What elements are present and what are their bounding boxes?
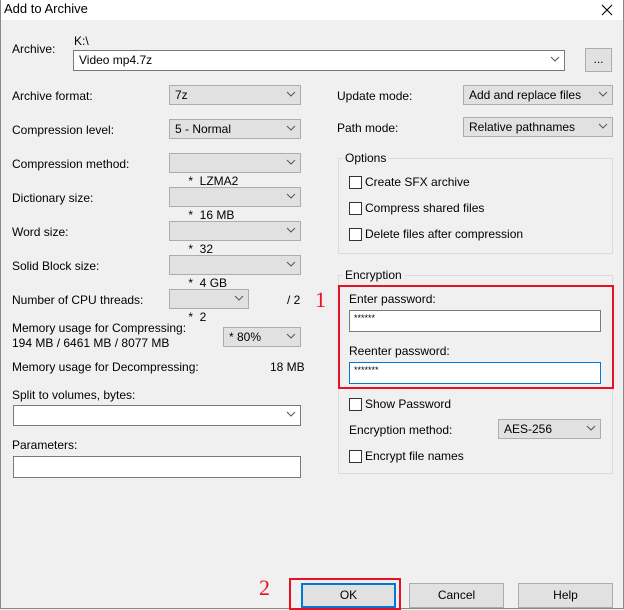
dictionary-size-label: Dictionary size: [12,191,94,205]
update-mode-value: Add and replace files [469,88,582,102]
parameters-input[interactable] [13,456,301,478]
chevron-down-icon [286,125,296,131]
encrypt-names-checkbox[interactable] [349,450,362,463]
solid-block-size-label: Solid Block size: [12,259,100,273]
chevron-down-icon [598,91,608,97]
memory-decompress-label: Memory usage for Decompressing: [12,360,199,374]
show-password-label[interactable]: Show Password [365,397,451,411]
archive-name-value: Video mp4.7z [79,53,153,67]
compress-shared-checkbox[interactable] [349,202,362,215]
chevron-down-icon [286,159,296,165]
word-size-value: * 32 [188,242,214,256]
archive-path: K:\ [74,34,89,48]
memory-compress-label: Memory usage for Compressing: [12,321,187,335]
cpu-threads-label: Number of CPU threads: [12,293,144,307]
chevron-down-icon [286,411,296,417]
path-mode-label: Path mode: [337,121,399,135]
annotation-marker-1: 1 [315,287,326,312]
chevron-down-icon [598,123,608,129]
memory-usage-select[interactable]: * 80% [223,327,301,347]
delete-after-checkbox[interactable] [349,228,362,241]
add-to-archive-dialog: Add to Archive Archive: K:\ Video mp4.7z… [0,0,624,610]
memory-usage-value: * 80% [229,330,262,344]
archive-name-combo[interactable]: Video mp4.7z [73,50,565,71]
split-volumes-label: Split to volumes, bytes: [12,388,136,402]
delete-after-label[interactable]: Delete files after compression [365,227,523,241]
chevron-down-icon [286,261,296,267]
update-mode-label: Update mode: [337,89,413,103]
parameters-label: Parameters: [12,438,78,452]
ok-button[interactable]: OK [301,583,396,608]
encryption-method-select[interactable]: AES-256 [498,419,601,439]
dictionary-size-select[interactable]: * 16 MB [169,187,301,222]
cpu-threads-select[interactable]: * 2 [169,289,249,324]
memory-compress-detail: 194 MB / 6461 MB / 8077 MB [12,336,170,350]
show-password-checkbox[interactable] [349,398,362,411]
chevron-down-icon [586,425,596,431]
compression-method-value: * LZMA2 [188,174,239,188]
browse-button[interactable]: ... [585,48,612,72]
compression-method-label: Compression method: [12,157,130,171]
options-group-title: Options [343,151,389,165]
compression-level-select[interactable]: 5 - Normal [169,119,301,139]
create-sfx-checkbox[interactable] [349,176,362,189]
path-mode-value: Relative pathnames [469,120,576,134]
window-title: Add to Archive [4,1,88,16]
cancel-button[interactable]: Cancel [409,583,504,608]
archive-format-select[interactable]: 7z [169,85,301,105]
encryption-method-label: Encryption method: [349,423,453,437]
title-bar: Add to Archive [1,0,623,20]
dictionary-size-value: * 16 MB [188,208,235,222]
update-mode-select[interactable]: Add and replace files [463,85,613,105]
compression-method-select[interactable]: * LZMA2 [169,153,301,188]
cpu-threads-max: / 2 [287,293,301,307]
chevron-down-icon [286,193,296,199]
compress-shared-label[interactable]: Compress shared files [365,201,484,215]
annotation-marker-2: 2 [259,575,270,600]
compression-level-value: 5 - Normal [175,122,232,136]
chevron-down-icon [234,295,244,301]
solid-block-size-value: * 4 GB [188,276,228,290]
encryption-group-title: Encryption [343,268,404,282]
chevron-down-icon [286,333,296,339]
help-button[interactable]: Help [518,583,613,608]
cpu-threads-value: * 2 [188,310,207,324]
word-size-select[interactable]: * 32 [169,221,301,256]
create-sfx-label[interactable]: Create SFX archive [365,175,470,189]
split-volumes-combo[interactable] [13,405,301,426]
path-mode-select[interactable]: Relative pathnames [463,117,613,137]
archive-format-label: Archive format: [12,89,93,103]
memory-decompress-value: 18 MB [270,360,305,374]
chevron-down-icon [550,56,560,62]
solid-block-size-select[interactable]: * 4 GB [169,255,301,290]
close-icon [601,4,613,16]
archive-format-value: 7z [175,88,188,102]
encryption-method-value: AES-256 [504,422,553,436]
close-button[interactable] [593,0,621,20]
chevron-down-icon [286,227,296,233]
archive-label: Archive: [12,42,56,56]
word-size-label: Word size: [12,225,69,239]
password-highlight-box [338,285,614,389]
chevron-down-icon [286,91,296,97]
encrypt-names-label[interactable]: Encrypt file names [365,449,464,463]
compression-level-label: Compression level: [12,123,115,137]
